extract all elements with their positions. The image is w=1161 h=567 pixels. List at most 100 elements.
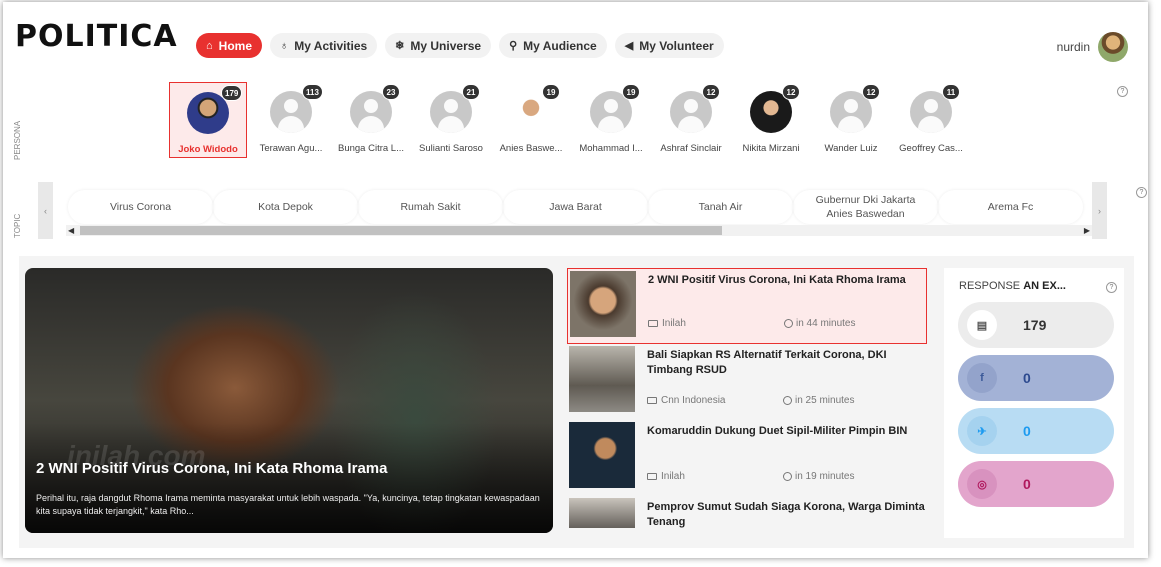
nav-my-universe[interactable]: ❄ My Universe [385,33,492,58]
person-name: Mohammad I... [579,143,643,154]
topic-chip[interactable]: Virus Corona [68,190,213,224]
person-name: Joko Widodo [178,144,238,155]
news-title[interactable]: Pemprov Sumut Sudah Siaga Korona, Warga … [647,500,925,528]
home-icon: ⌂ [206,39,213,52]
person-card[interactable]: 11 Geoffrey Cas... [891,82,971,158]
facebook-icon: f [967,363,997,393]
response-row[interactable]: ◎ 0 [958,461,1114,507]
topic-chip[interactable]: Jawa Barat [503,190,648,224]
help-icon[interactable]: ? [1117,86,1128,97]
user-avatar[interactable] [1098,32,1128,62]
news-source-name: Inilah [662,318,686,329]
count-badge: 19 [542,84,560,100]
news-title[interactable]: Komaruddin Dukung Duet Sipil-Militer Pim… [647,424,925,439]
side-label-people: PERSONA [13,120,22,160]
person-card[interactable]: 21 Sulianti Saroso [411,82,491,158]
nav-my-volunteer[interactable]: ◀ My Volunteer [614,33,724,58]
user-name: nurdin [1056,40,1090,54]
topic-chip[interactable]: Tanah Air [648,190,793,224]
hero-title[interactable]: 2 WNI Positif Virus Corona, Ini Kata Rho… [36,460,387,477]
person-card[interactable]: 23 Bunga Citra L... [331,82,411,158]
people-row: 179 Joko Widodo 113 Terawan Agu... 23 Bunga C… [169,82,971,158]
response-row[interactable]: f0 [958,355,1114,401]
topic-chip[interactable]: Kota Depok [213,190,358,224]
count-badge: 19 [622,84,640,100]
help-icon[interactable]: ? [1136,187,1147,198]
person-name: Ashraf Sinclair [660,143,722,154]
person-card[interactable]: 179 Joko Widodo [169,82,247,158]
app-logo[interactable]: POLITICA [15,22,178,52]
header: POLITICA ⌂ Home ♁ My Activities ❄ My Universe… [3,2,1148,62]
news-meta: Cnn Indonesia in 25 minutes [647,395,925,406]
nav-label: My Universe [410,38,482,53]
twitter-icon: ✈ [967,416,997,446]
response-row[interactable]: ✈ 0 [958,408,1114,454]
user-menu[interactable]: nurdin [1057,32,1128,62]
news-title[interactable]: Bali Siapkan RS Alternatif Terkait Coron… [647,348,925,378]
news-thumbnail [569,346,635,412]
newspaper-icon [647,473,657,480]
news-time: in 19 minutes [783,471,854,482]
news-time-text: in 19 minutes [795,471,855,482]
carousel-next-button[interactable]: › [1092,182,1107,239]
clock-icon [783,396,792,405]
scroll-right-icon[interactable]: ▶ [1084,225,1090,236]
response-value: 0 [1023,370,1031,386]
clock-icon [784,319,793,328]
news-time: in 25 minutes [783,395,854,406]
person-card[interactable]: 113 Terawan Agu... [251,82,331,158]
topic-scrollbar[interactable]: ◀ ▶ [66,225,1092,236]
news-item[interactable]: Pemprov Sumut Sudah Siaga Korona, Warga … [567,496,927,528]
audience-icon: ⚲ [509,40,518,52]
carousel-prev-button[interactable]: ‹ [38,182,53,239]
response-row[interactable]: ▤ 179 [958,302,1114,348]
activity-icon: ♁ [280,39,289,52]
news-meta: Inilah in 44 minutes [648,318,924,329]
topic-chip[interactable]: Rumah Sakit [358,190,503,224]
news-thumbnail [570,271,636,337]
news-title[interactable]: 2 WNI Positif Virus Corona, Ini Kata Rho… [648,273,924,288]
person-card[interactable]: 12 Nikita Mirzani [731,82,811,158]
response-value: 179 [1023,317,1047,333]
person-card[interactable]: 19 Anies Baswe... [491,82,571,158]
news-item[interactable]: Bali Siapkan RS Alternatif Terkait Coron… [567,344,927,420]
count-badge: 21 [462,84,480,100]
nav-my-audience[interactable]: ⚲ My Audience [499,33,607,58]
news-source: Inilah [647,471,783,482]
nav-label: My Volunteer [639,38,714,53]
nav-home[interactable]: ⌂ Home [196,33,262,58]
news-source: Cnn Indonesia [647,395,783,406]
megaphone-icon: ◀ [624,40,634,52]
response-target: AN EX... [1023,280,1066,292]
news-body: Bali Siapkan RS Alternatif Terkait Coron… [647,346,925,418]
nav-my-activities[interactable]: ♁ My Activities [270,33,378,58]
person-name: Sulianti Saroso [419,143,483,154]
news-thumbnail [569,498,635,528]
instagram-icon: ◎ [967,469,997,499]
scroll-thumb[interactable] [80,226,722,235]
news-time: in 44 minutes [784,318,855,329]
person-card[interactable]: 19 Mohammad I... [571,82,651,158]
nav-label: Home [218,38,252,53]
topic-chip[interactable]: Gubernur Dki Jakarta Anies Baswedan [793,190,938,224]
count-badge: 12 [862,84,880,100]
person-name: Anies Baswe... [499,143,563,154]
news-item[interactable]: Komaruddin Dukung Duet Sipil-Militer Pim… [567,420,927,496]
app-frame: POLITICA ⌂ Home ♁ My Activities ❄ My Universe… [3,2,1148,558]
count-badge: 113 [302,84,323,100]
response-label: RESPONSE [959,280,1021,292]
scroll-left-icon[interactable]: ◀ [68,225,74,236]
help-icon[interactable]: ? [1106,282,1117,293]
news-item[interactable]: 2 WNI Positif Virus Corona, Ini Kata Rho… [567,268,927,344]
person-name: Terawan Agu... [259,143,323,154]
person-card[interactable]: 12 Ashraf Sinclair [651,82,731,158]
person-name: Nikita Mirzani [742,143,800,154]
news-thumbnail [569,422,635,488]
response-value: 0 [1023,423,1031,439]
main-nav: ⌂ Home ♁ My Activities ❄ My Universe ⚲ My Audie… [196,33,724,58]
response-value: 0 [1023,476,1031,492]
nav-label: My Audience [523,38,597,53]
hero-article[interactable]: inilah.com 2 WNI Positif Virus Corona, I… [25,268,553,533]
topic-chip[interactable]: Arema Fc [938,190,1083,224]
person-card[interactable]: 12 Wander Luiz [811,82,891,158]
